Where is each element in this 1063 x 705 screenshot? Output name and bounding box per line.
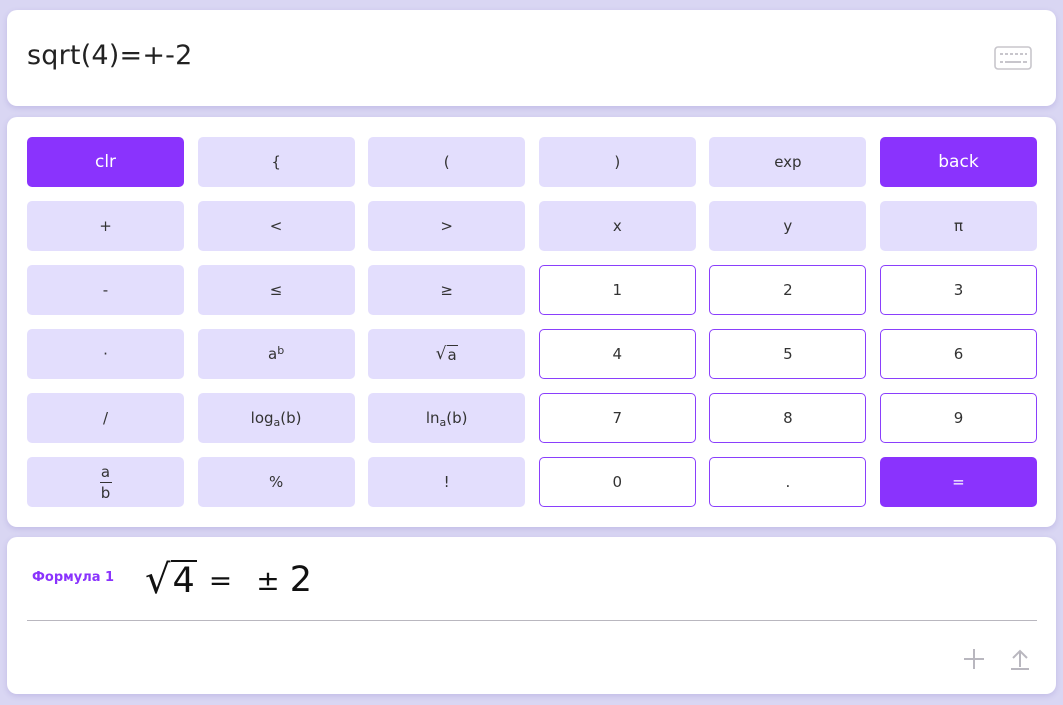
digit-5-button[interactable]: 5 [709,329,867,379]
plus-icon[interactable] [962,647,986,671]
keyboard-icon[interactable] [994,46,1032,70]
upload-icon[interactable] [1008,647,1032,671]
ln-button[interactable]: ln a (b) [368,393,526,443]
func-label: log [250,409,274,427]
divide-button[interactable]: / [27,393,184,443]
greater-than-button[interactable]: > [368,201,526,251]
sqrt-symbol: √ [145,557,171,603]
decimal-point-button[interactable]: . [709,457,867,507]
exponent-label: b [277,343,285,357]
digit-8-button[interactable]: 8 [709,393,867,443]
display-panel: sqrt(4)=+-2 [7,10,1056,106]
formula-radicand: 4 [170,560,197,601]
digit-3-button[interactable]: 3 [879,265,1037,315]
formula-label: Формула 1 [32,570,115,585]
factorial-button[interactable]: ! [368,457,526,507]
pi-button[interactable]: π [879,201,1037,251]
subscript-label: a [439,415,447,429]
digit-2-button[interactable]: 2 [709,265,867,315]
keypad-panel: clr{() exp back + < > x y π - ≤ ≥1 2 3 · a b √ a 4 5 6/log a (b… [7,117,1056,527]
exp-button[interactable]: exp [709,137,867,187]
subscript-label: a [273,415,281,429]
less-than-button[interactable]: < [197,201,355,251]
left-brace-button[interactable]: { [197,137,355,187]
denominator: b [100,483,111,502]
digit-9-button[interactable]: 9 [879,393,1037,443]
y-variable-button[interactable]: y [709,201,867,251]
fraction-button[interactable]: ab [27,457,184,507]
x-variable-button[interactable]: x [538,201,696,251]
digit-7-button[interactable]: 7 [538,393,696,443]
formula-equals: = [208,563,233,597]
greater-equal-button[interactable]: ≥ [368,265,526,315]
less-equal-button[interactable]: ≤ [197,265,355,315]
digit-1-button[interactable]: 1 [538,265,696,315]
arg-label: (b) [446,409,468,427]
left-paren-button[interactable]: ( [368,137,526,187]
func-label: ln [425,409,440,427]
power-button[interactable]: ab [197,329,355,379]
formula-result: 2 [289,560,312,600]
percent-button[interactable]: % [197,457,355,507]
sqrt-glyph: √ [435,344,447,364]
base-label: a [268,345,278,363]
plus-button[interactable]: + [27,201,184,251]
arg-label: (b) [280,409,302,427]
clear-button[interactable]: clr [27,137,184,187]
log-button[interactable]: log a (b) [197,393,355,443]
numerator: a [100,462,111,481]
formula-divider [27,620,1037,621]
multiply-button[interactable]: · [27,329,184,379]
digit-4-button[interactable]: 4 [538,329,696,379]
expression-display[interactable]: sqrt(4)=+-2 [27,40,193,71]
sqrt-button[interactable]: √ a [368,329,526,379]
formula-panel: Формула 1 √ 4 = ± 2 [7,537,1056,694]
backspace-button[interactable]: back [879,137,1037,187]
right-paren-button[interactable]: ) [538,137,696,187]
sqrt-radicand: a [446,344,458,364]
minus-button[interactable]: - [27,265,184,315]
digit-0-button[interactable]: 0 [538,457,696,507]
fraction-bar [99,481,112,483]
digit-6-button[interactable]: 6 [879,329,1037,379]
formula-expression: √ 4 = ± 2 [145,555,312,605]
fraction-glyph: ab [99,462,112,502]
formula-plus-minus: ± [256,563,280,597]
keypad-grid: clr{() exp back + < > x y π - ≤ ≥1 2 3 · a b √ a 4 5 6/log a (b… [27,137,1037,507]
equals-button[interactable]: = [879,457,1037,507]
